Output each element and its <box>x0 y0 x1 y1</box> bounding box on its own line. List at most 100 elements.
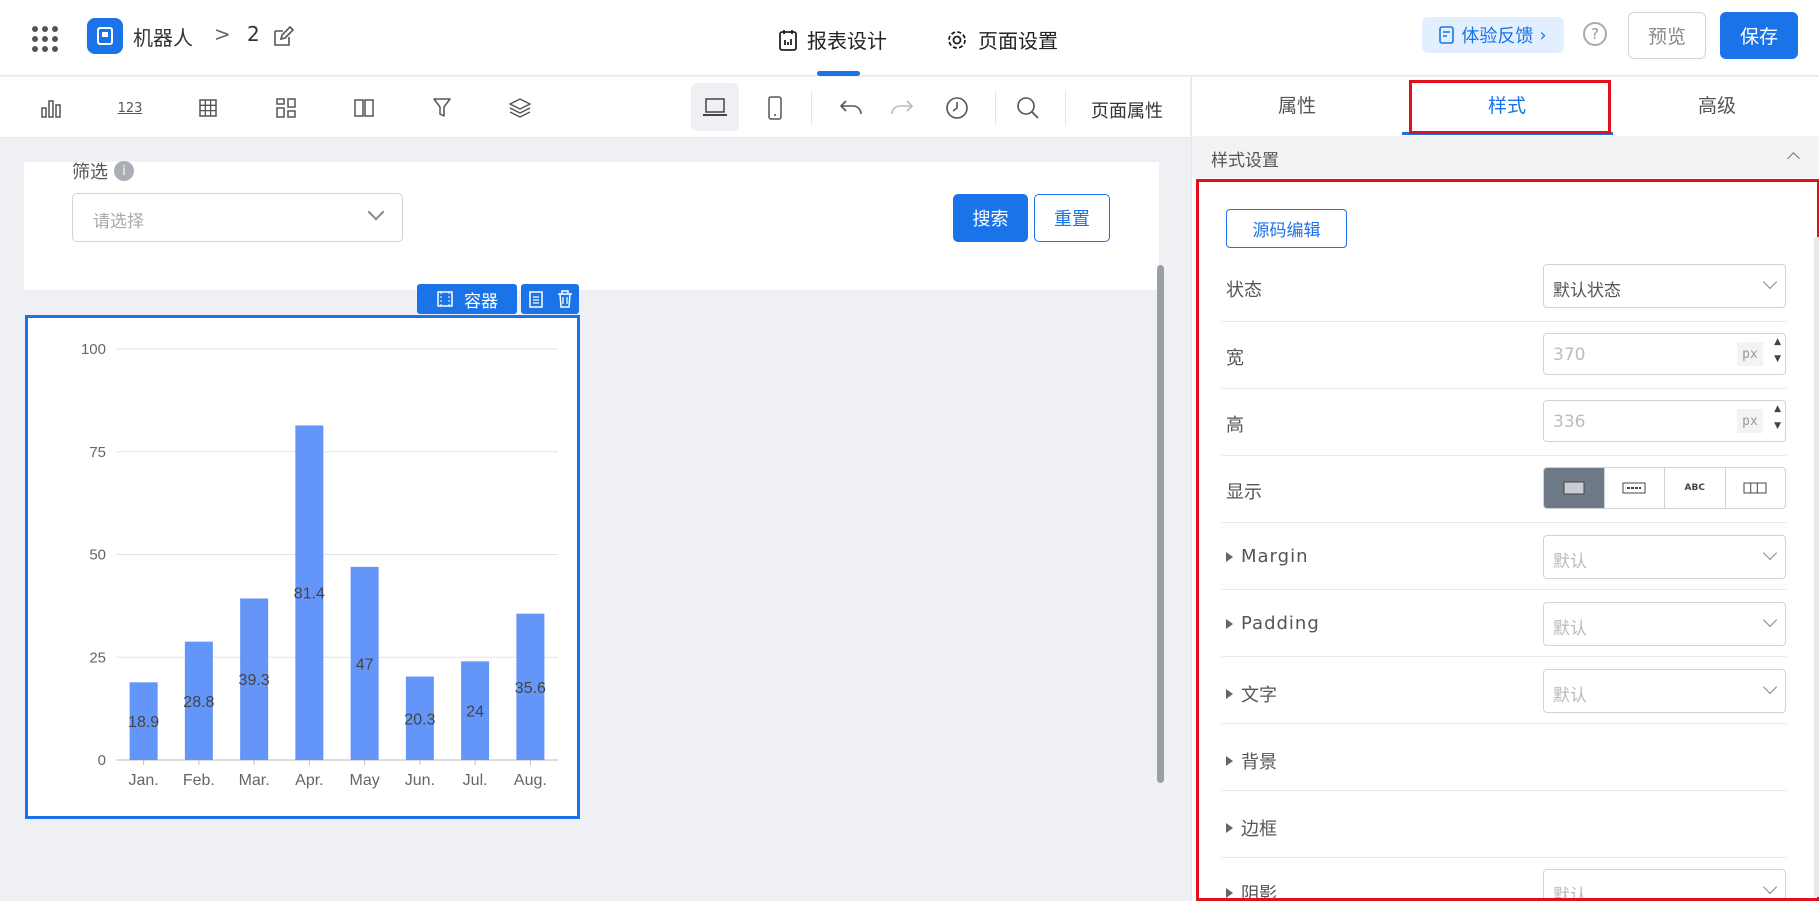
reset-button[interactable]: 重置 <box>1034 194 1110 242</box>
history-icon[interactable] <box>942 93 972 123</box>
x-tick-label: Mar. <box>239 772 270 789</box>
data-label: 47 <box>356 656 374 673</box>
page-properties-button[interactable]: 页面属性 <box>1091 97 1163 123</box>
display-block-button[interactable] <box>1544 468 1605 508</box>
expand-triangle-icon <box>1226 756 1233 766</box>
filter-select[interactable]: 请选择 <box>72 193 403 242</box>
delete-icon[interactable] <box>556 289 574 309</box>
preview-button[interactable]: 预览 <box>1628 12 1706 59</box>
copy-icon[interactable] <box>527 289 545 309</box>
shadow-select[interactable]: 默认 <box>1543 869 1786 898</box>
row-divider <box>1222 656 1786 657</box>
layers-icon[interactable] <box>505 93 535 123</box>
tab-page-settings[interactable]: 页面设置 <box>946 25 1058 54</box>
search-icon[interactable] <box>1013 93 1043 123</box>
data-label: 28.8 <box>183 694 214 711</box>
highlight-box-tab <box>1409 80 1611 134</box>
display-inline-button[interactable]: ABC <box>1665 468 1726 508</box>
expand-triangle-icon <box>1226 689 1233 699</box>
state-select[interactable]: 默认状态 <box>1543 264 1786 308</box>
toolbar-divider <box>811 91 812 125</box>
edit-icon[interactable] <box>272 25 295 52</box>
tab-report-design[interactable]: 报表设计 <box>779 25 887 54</box>
data-label: 24 <box>466 704 484 721</box>
data-label: 18.9 <box>128 714 159 731</box>
height-value: 336 <box>1553 412 1586 432</box>
display-inline-block-button[interactable] <box>1605 468 1665 508</box>
tab-page-settings-label: 页面设置 <box>978 29 1058 53</box>
filter-title: 筛选 i <box>72 158 134 184</box>
tab-properties[interactable]: 属性 <box>1237 91 1357 118</box>
background-label: 背景 <box>1241 752 1277 773</box>
grid-layout-icon[interactable] <box>271 93 301 123</box>
height-input[interactable]: 336 px ▲ ▼ <box>1543 400 1786 442</box>
toolbar-divider <box>995 91 996 125</box>
redo-icon <box>887 93 917 123</box>
filter-icon[interactable] <box>427 93 457 123</box>
height-label: 高 <box>1226 415 1244 436</box>
y-tick-label: 75 <box>89 444 106 461</box>
width-label: 宽 <box>1226 348 1244 369</box>
border-label: 边框 <box>1241 819 1277 840</box>
padding-label: Padding <box>1241 613 1320 634</box>
chevron-up-icon <box>1787 152 1800 165</box>
mobile-icon[interactable] <box>760 93 790 123</box>
help-icon[interactable]: ? <box>1583 22 1607 46</box>
row-divider <box>1222 522 1786 523</box>
padding-expander[interactable]: Padding <box>1226 613 1320 634</box>
width-input[interactable]: 370 px ▲ ▼ <box>1543 333 1786 375</box>
report-icon <box>779 29 797 51</box>
y-tick-label: 50 <box>89 547 106 564</box>
margin-expander[interactable]: Margin <box>1226 546 1308 567</box>
info-icon[interactable]: i <box>114 161 134 181</box>
row-divider <box>1222 455 1786 456</box>
data-label: 35.6 <box>515 680 546 697</box>
search-button[interactable]: 搜索 <box>953 194 1028 242</box>
active-tab-indicator <box>817 71 860 76</box>
feedback-icon <box>1439 26 1455 44</box>
border-expander[interactable]: 边框 <box>1226 815 1277 841</box>
height-unit: px <box>1737 409 1763 433</box>
container-tag[interactable]: 容器 <box>417 284 517 314</box>
desktop-icon[interactable] <box>691 83 739 131</box>
chart-container[interactable]: 0 25 50 75 100 Jan. 18.9 Feb. 28.8 Mar. 39.3 Apr. 81… <box>25 315 580 819</box>
style-settings-title: 样式设置 <box>1211 151 1279 171</box>
shadow-expander[interactable]: 阴影 <box>1226 880 1277 898</box>
chevron-down-icon <box>1762 612 1778 628</box>
spin-up-icon[interactable]: ▲ <box>1774 337 1781 347</box>
text-select[interactable]: 默认 <box>1543 669 1786 713</box>
x-tick-label: Apr. <box>295 772 323 789</box>
spin-up-icon[interactable]: ▲ <box>1774 404 1781 414</box>
number-icon[interactable]: 123 <box>115 93 145 123</box>
style-settings-header[interactable]: 样式设置 <box>1192 136 1819 178</box>
canvas-scrollbar[interactable] <box>1157 265 1164 783</box>
source-edit-button[interactable]: 源码编辑 <box>1226 209 1347 248</box>
spin-down-icon[interactable]: ▼ <box>1774 354 1781 364</box>
shadow-row: 阴影 默认 <box>1192 867 1814 898</box>
app-launcher-icon[interactable] <box>32 26 58 52</box>
spin-down-icon[interactable]: ▼ <box>1774 421 1781 431</box>
row-divider <box>1222 723 1786 724</box>
columns-icon[interactable] <box>349 93 379 123</box>
expand-triangle-icon <box>1226 823 1233 833</box>
table-icon[interactable] <box>193 93 223 123</box>
breadcrumb-chevron-icon: > <box>214 22 231 46</box>
padding-select[interactable]: 默认 <box>1543 602 1786 646</box>
chevron-down-icon <box>1762 274 1778 290</box>
margin-select[interactable]: 默认 <box>1543 535 1786 579</box>
row-divider <box>1222 388 1786 389</box>
text-expander[interactable]: 文字 <box>1226 681 1277 707</box>
bar-chart-icon[interactable] <box>36 93 66 123</box>
feedback-button[interactable]: 体验反馈 › <box>1422 17 1564 53</box>
panel-scrollbar[interactable] <box>1814 237 1819 897</box>
save-button[interactable]: 保存 <box>1720 12 1798 59</box>
tab-advanced[interactable]: 高级 <box>1657 91 1777 118</box>
data-label: 20.3 <box>404 711 435 728</box>
app-name[interactable]: 机器人 <box>133 22 193 51</box>
display-label: 显示 <box>1226 482 1262 503</box>
display-flex-button[interactable] <box>1726 468 1786 508</box>
undo-icon[interactable] <box>836 93 866 123</box>
background-expander[interactable]: 背景 <box>1226 748 1277 774</box>
y-tick-label: 0 <box>98 752 106 769</box>
filter-select-placeholder: 请选择 <box>93 212 144 232</box>
